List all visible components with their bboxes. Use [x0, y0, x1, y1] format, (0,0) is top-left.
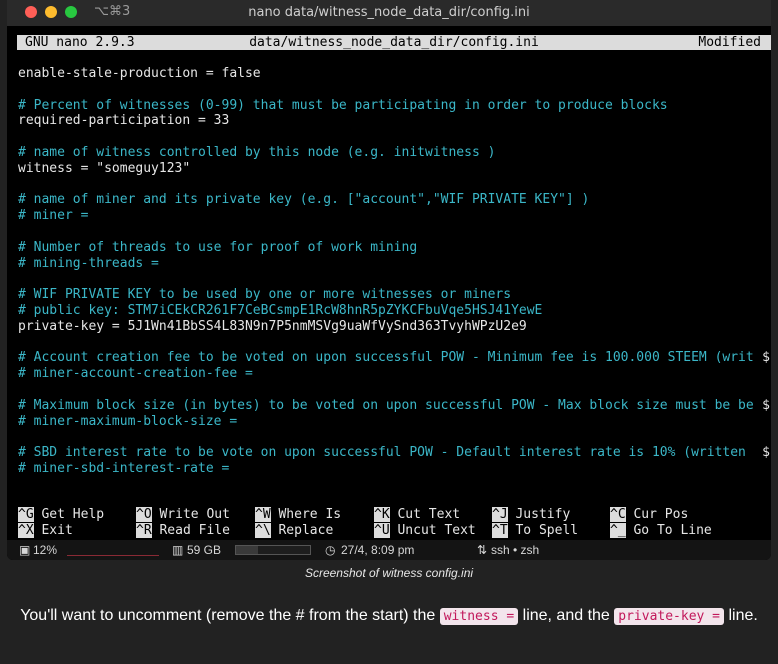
paragraph-text-2: line, and the — [518, 607, 615, 624]
shortcut-key: ^_ — [610, 523, 626, 538]
comment-line: # mining-threads = — [18, 255, 159, 271]
shortcut-label: Uncut Text — [389, 523, 476, 538]
instruction-paragraph: You'll want to uncomment (remove the # f… — [8, 603, 770, 630]
comment-line: # miner-account-creation-fee = — [18, 366, 253, 382]
shortcut-label: Exit — [33, 523, 73, 538]
comment-line: # SBD interest rate to be vote on upon s… — [18, 445, 770, 461]
config-line: required-participation = 33 — [18, 113, 230, 129]
session-icon: ⇅ — [477, 543, 488, 557]
witness-code: witness = — [439, 608, 519, 625]
paragraph-text-3: line. — [724, 607, 758, 624]
editor-buffer[interactable]: enable-stale-production = false # Percent… — [18, 66, 770, 477]
shortcut-row-2: ^X Exit ^R Read File ^\ Replace ^U Uncut Te… — [7, 523, 771, 539]
shortcut-key: ^X — [18, 523, 34, 538]
line-continuation-marker: $ — [762, 445, 770, 461]
tmux-status-bar: ▣ 12% ▥ 59 GB ◷ 27/4, 8:09 pm ⇅ ssh • zs… — [7, 540, 771, 560]
terminal-window: ⌥⌘3 nano data/witness_node_data_dir/conf… — [7, 0, 771, 560]
comment-line: # miner = — [18, 208, 89, 224]
shortcut-label: Get Help — [33, 507, 105, 522]
shortcut-key: ^\ — [255, 523, 271, 538]
cpu-usage: 12% — [33, 543, 58, 557]
comment-line: # Maximum block size (in bytes) to be vo… — [18, 397, 770, 413]
window-title: nano data/witness_node_data_dir/config.i… — [248, 5, 530, 20]
shortcut-label: Replace — [270, 523, 334, 538]
nano-filename: data/witness_node_data_dir/config.ini — [249, 35, 539, 50]
shortcut-key: ^U — [374, 523, 390, 538]
status-time: 27/4, 8:09 pm — [341, 543, 415, 557]
shortcut-row-1: ^G Get Help ^O Write Out ^W Where Is ^K Cut… — [7, 507, 771, 523]
clock-icon: ◷ — [325, 543, 336, 557]
session-name: ssh • zsh — [491, 543, 540, 557]
comment-line: # name of witness controlled by this nod… — [18, 144, 496, 160]
shortcut-key: ^K — [374, 507, 390, 522]
terminal-content[interactable]: GNU nano 2.9.3 data/witness_node_data_di… — [7, 26, 771, 560]
comment-line: # name of miner and its private key (e.g… — [18, 192, 590, 208]
config-line: witness = "someguy123" — [18, 160, 191, 176]
comment-line: # miner-maximum-block-size = — [18, 413, 238, 429]
cpu-sparkline — [67, 552, 159, 556]
shortcut-label: Read File — [151, 523, 230, 538]
disk-icon: ▥ — [172, 543, 184, 557]
comment-line: # WIF PRIVATE KEY to be used by one or m… — [18, 287, 512, 303]
shortcut-item[interactable]: ^J Justify — [492, 507, 570, 523]
shortcut-label: Go To Line — [625, 523, 712, 538]
shortcut-item[interactable]: ^W Where Is — [255, 507, 341, 523]
paragraph-text-1: You'll want to uncomment (remove the # f… — [20, 607, 440, 624]
shortcut-label: Where Is — [270, 507, 342, 522]
private-key-code: private-key = — [614, 608, 725, 625]
shortcut-item[interactable]: ^T To Spell — [492, 523, 578, 539]
shortcut-key: ^T — [492, 523, 508, 538]
shortcut-label: To Spell — [507, 523, 579, 538]
shortcut-item[interactable]: ^X Exit — [18, 523, 73, 539]
shortcut-key: ^W — [255, 507, 271, 522]
disk-usage-bar — [235, 545, 311, 555]
shortcut-key: ^G — [18, 507, 34, 522]
shortcut-item[interactable]: ^O Write Out — [136, 507, 230, 523]
shortcut-item[interactable]: ^K Cut Text — [374, 507, 460, 523]
shortcut-key: ^O — [136, 507, 152, 522]
line-continuation-marker: $ — [762, 397, 770, 413]
disk-size: 59 GB — [187, 543, 222, 557]
screenshot-caption: Screenshot of witness config.ini — [304, 566, 474, 580]
shortcut-label: Cut Text — [389, 507, 461, 522]
cpu-icon: ▣ — [19, 543, 31, 557]
shortcut-item[interactable]: ^_ Go To Line — [610, 523, 712, 539]
shortcut-item[interactable]: ^G Get Help — [18, 507, 104, 523]
title-bar: ⌥⌘3 nano data/witness_node_data_dir/conf… — [7, 0, 771, 26]
comment-line: # Number of threads to use for proof of … — [18, 239, 418, 255]
nano-modified-state: Modified — [698, 35, 761, 50]
shortcut-item[interactable]: ^U Uncut Text — [374, 523, 476, 539]
comment-line: # Percent of witnesses (0-99) that must … — [18, 97, 668, 113]
shortcut-item[interactable]: ^C Cur Pos — [610, 507, 688, 523]
shortcut-item[interactable]: ^\ Replace — [255, 523, 333, 539]
nano-header-bar: GNU nano 2.9.3 data/witness_node_data_di… — [17, 35, 771, 50]
shortcut-key: ^J — [492, 507, 508, 522]
shortcut-key: ^C — [610, 507, 626, 522]
shortcut-label: Justify — [507, 507, 571, 522]
line-continuation-marker: $ — [762, 350, 770, 366]
comment-line: # public key: STM7iCEkCR261F7CeBCsmpE1Rc… — [18, 302, 543, 318]
comment-line: # Account creation fee to be voted on up… — [18, 350, 770, 366]
comment-line: # miner-sbd-interest-rate = — [18, 460, 230, 476]
shortcut-label: Cur Pos — [625, 507, 689, 522]
config-line: enable-stale-production = false — [18, 66, 261, 81]
config-line: private-key = 5J1Wn41BbSS4L83N9n7P5nmMSV… — [18, 318, 527, 334]
shortcut-item[interactable]: ^R Read File — [136, 523, 230, 539]
shortcut-label: Write Out — [151, 507, 230, 522]
shortcut-key: ^R — [136, 523, 152, 538]
